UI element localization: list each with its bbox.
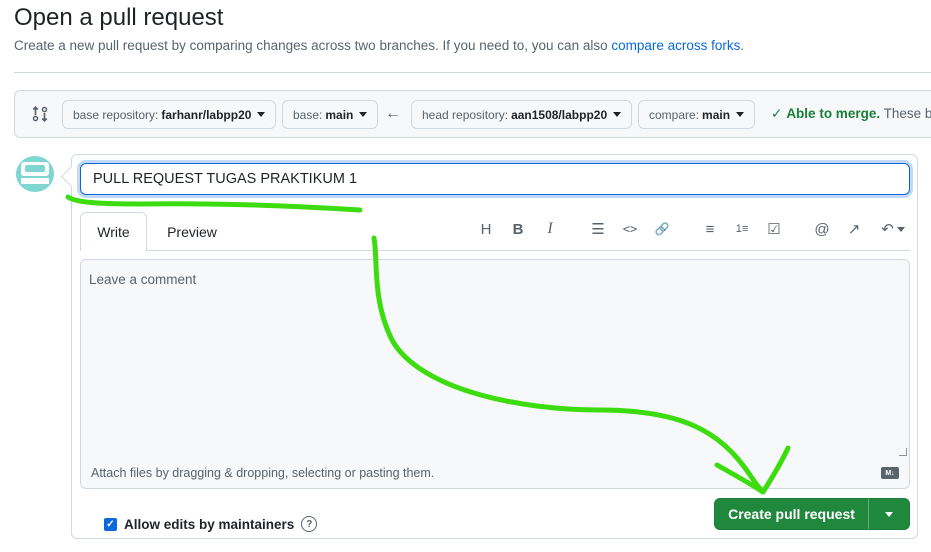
tabs-divider bbox=[80, 250, 910, 251]
chevron-down-icon bbox=[359, 112, 368, 117]
allow-edits-option[interactable]: ✓ Allow edits by maintainers ? bbox=[104, 516, 318, 532]
arrow-left-icon: ← bbox=[385, 105, 401, 122]
compare-label: compare: bbox=[649, 107, 700, 122]
code-icon[interactable]: <> bbox=[619, 218, 641, 240]
link-icon[interactable]: 🔗 bbox=[651, 218, 673, 240]
bold-icon[interactable]: B bbox=[507, 218, 529, 240]
subtitle-text: Create a new pull request by comparing c… bbox=[14, 38, 612, 53]
italic-icon[interactable]: I bbox=[539, 218, 561, 240]
avatar bbox=[16, 156, 54, 192]
resize-handle-icon[interactable] bbox=[899, 448, 907, 456]
head-repository-label: head repository: bbox=[422, 107, 509, 122]
check-icon: ✓ bbox=[771, 106, 783, 121]
tab-write[interactable]: Write bbox=[80, 212, 147, 251]
avatar-shape bbox=[25, 165, 45, 172]
avatar-shape bbox=[21, 178, 49, 184]
page-title: Open a pull request bbox=[14, 4, 224, 31]
task-list-icon[interactable]: ☑ bbox=[763, 218, 785, 240]
base-value: main bbox=[325, 107, 354, 122]
head-repository-value: aan1508/labpp20 bbox=[511, 107, 608, 122]
title-input[interactable]: PULL REQUEST TUGAS PRAKTIKUM 1 bbox=[80, 163, 910, 195]
base-label: base: bbox=[293, 107, 323, 122]
base-branch-select[interactable]: base: main bbox=[282, 100, 379, 129]
create-options-dropdown[interactable] bbox=[868, 498, 910, 530]
heading-icon[interactable]: H bbox=[475, 218, 497, 240]
cross-reference-icon[interactable]: ↗ bbox=[843, 218, 865, 240]
chevron-down-icon bbox=[896, 226, 905, 232]
undo-icon[interactable]: ↶ bbox=[877, 218, 909, 240]
chevron-down-icon bbox=[736, 112, 745, 117]
chevron-down-icon bbox=[257, 112, 266, 117]
allow-edits-checkbox[interactable]: ✓ bbox=[104, 517, 117, 531]
divider bbox=[14, 72, 931, 73]
head-repository-select[interactable]: head repository: aan1508/labpp20 bbox=[411, 100, 633, 129]
mention-icon[interactable]: @ bbox=[811, 218, 833, 240]
range-editor: base repository: farhanr/labpp20 base: m… bbox=[14, 90, 931, 138]
numbered-list-icon[interactable]: 1≡ bbox=[731, 218, 753, 240]
create-pull-request-button[interactable]: Create pull request bbox=[714, 498, 869, 530]
compare-across-forks-link[interactable]: compare across forks bbox=[611, 38, 740, 53]
base-repository-label: base repository: bbox=[73, 107, 159, 122]
compare-branch-select[interactable]: compare: main bbox=[638, 100, 756, 129]
quote-icon[interactable]: ☰ bbox=[587, 218, 609, 240]
undo-glyph: ↶ bbox=[881, 221, 894, 238]
file-attachment-area[interactable]: Attach files by dragging & dropping, sel… bbox=[80, 458, 910, 489]
merge-status-extra: These b bbox=[880, 106, 931, 121]
attach-hint: Attach files by dragging & dropping, sel… bbox=[91, 466, 435, 480]
allow-edits-label: Allow edits by maintainers bbox=[124, 516, 295, 532]
help-icon[interactable]: ? bbox=[301, 516, 318, 532]
bulleted-list-icon[interactable]: ≡ bbox=[699, 218, 721, 240]
comment-placeholder: Leave a comment bbox=[89, 272, 197, 287]
markdown-icon[interactable]: M↓ bbox=[881, 467, 899, 479]
compare-value: main bbox=[702, 107, 731, 122]
base-repository-value: farhanr/labpp20 bbox=[161, 107, 252, 122]
base-repository-select[interactable]: base repository: farhanr/labpp20 bbox=[62, 100, 277, 129]
git-compare-icon bbox=[32, 106, 48, 122]
chevron-down-icon bbox=[885, 511, 893, 517]
merge-status: ✓ Able to merge. These b bbox=[771, 106, 931, 122]
comment-textarea[interactable]: Leave a comment bbox=[80, 259, 910, 459]
chevron-down-icon bbox=[613, 112, 622, 117]
page-subtitle: Create a new pull request by comparing c… bbox=[14, 38, 744, 53]
subtitle-end: . bbox=[740, 38, 745, 53]
tab-preview[interactable]: Preview bbox=[155, 212, 229, 251]
merge-status-text: Able to merge. bbox=[786, 106, 881, 121]
